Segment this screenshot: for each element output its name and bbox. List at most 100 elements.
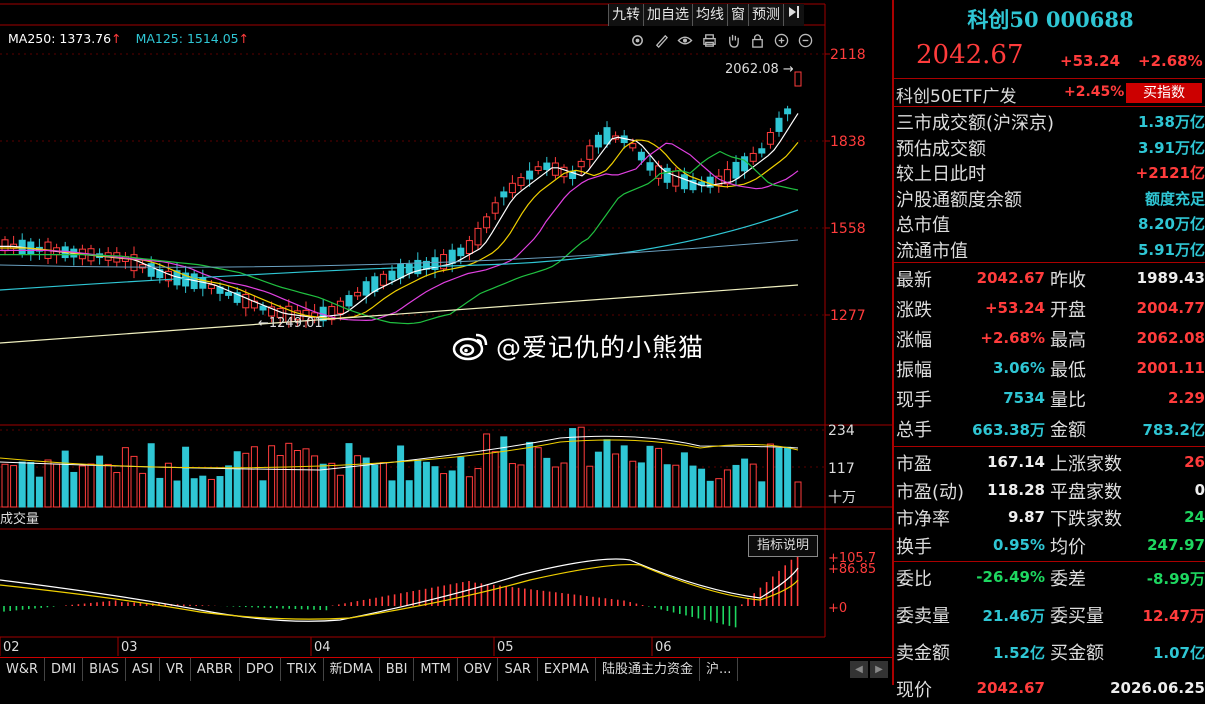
tab-add-favorite[interactable]: 加自选 [643,4,692,26]
market-row-value: 8.20万亿 [1137,215,1205,233]
candle-body [491,202,499,214]
quote-label: 现价 [896,680,932,701]
quote-value: 2004.77 [1136,299,1205,317]
pen-icon[interactable] [652,31,670,49]
volume-bar [190,478,198,508]
volume-bar [27,462,35,508]
collapse-right-icon[interactable] [783,4,804,26]
weibo-icon [452,333,488,361]
settings-icon[interactable] [628,31,646,49]
volume-bar [491,451,499,508]
candle-body [749,152,757,162]
macd-dif-line [0,558,799,622]
quote-value: 1989.43 [1136,269,1205,287]
quote-value: -26.49% [976,568,1045,586]
ma250-label: MA250: 1373.76↑ [8,31,122,46]
candle-body [594,134,602,148]
low-annotation: ←1249.01 [258,316,323,331]
volume-bar [775,447,783,508]
volume-bar [655,447,663,508]
hand-icon[interactable] [724,31,742,49]
quote-row: 涨幅 +2.68% 最高 2062.08 [896,324,1205,354]
market-row-value: 3.91万亿 [1137,138,1205,157]
price-change-pct: +2.68% [1138,52,1203,70]
volume-bar [474,468,482,508]
volume-bar [784,446,792,508]
quote-value: 24 [1184,508,1205,526]
tab-sar[interactable]: SAR [498,658,538,681]
volume-bar [405,480,413,508]
date-axis-label: 04 [314,640,331,655]
candle-body [637,151,645,161]
quote-label: 量比 [1050,390,1086,411]
volume-bar [749,463,757,508]
buy-index-button[interactable]: 买指数 [1126,83,1202,103]
volume-bar [199,475,207,508]
tab-forecast[interactable]: 预测 [748,4,783,26]
tab-bbi[interactable]: BBI [380,658,415,681]
tab-dmi[interactable]: DMI [45,658,84,681]
candle-body [543,162,551,170]
volume-bar [302,448,310,508]
lock-icon[interactable] [748,31,766,49]
kline-svg[interactable]: 2118183815581277234117十万+105.7+86.85+002… [0,0,892,685]
tab-northbound-funds[interactable]: 陆股通主力资金 [596,658,700,681]
quote-value: 7534 [1003,389,1045,407]
candle-body [405,263,413,274]
tab-jiuzhuan[interactable]: 九转 [608,4,643,26]
candle-body [397,264,405,279]
tab-moving-average[interactable]: 均线 [692,4,727,26]
chart-toolbar: 九转 加自选 均线 窗 预测 [608,4,804,26]
zoom-in-icon[interactable] [772,31,790,49]
tab-bias[interactable]: BIAS [83,658,126,681]
quote-label: 涨跌 [896,300,932,321]
volume-bar [164,462,172,508]
tab-wr[interactable]: W&R [0,658,46,681]
tab-window[interactable]: 窗 [727,4,748,26]
market-row-label: 预估成交额 [896,138,986,160]
volume-bar [371,464,379,508]
print-icon[interactable] [700,31,718,49]
tab-asi[interactable]: ASI [126,658,160,681]
volume-bar [293,450,301,508]
eye-icon[interactable] [676,31,694,49]
volume-bar [345,443,353,508]
tab-arbr[interactable]: ARBR [191,658,240,681]
quote-label: 最新 [896,270,932,291]
market-row-label: 沪股通额度余额 [896,189,1022,211]
quote-row: 卖金额 1.52亿 买金额 1.07亿 [896,637,1205,667]
scroll-left-icon[interactable]: ◀ [850,661,868,678]
quote-value: 2026.06.25 [1110,679,1205,697]
quote-label: 振幅 [896,360,932,381]
zoom-out-icon[interactable] [796,31,814,49]
scroll-right-icon[interactable]: ▶ [870,661,888,678]
candle-body [794,71,802,87]
tab-obv[interactable]: OBV [458,658,499,681]
quote-row: 最新 2042.67 昨收 1989.43 [896,264,1205,294]
tab-more[interactable]: 沪... [700,658,739,681]
tab-vr[interactable]: VR [160,658,191,681]
market-row-value: +2121亿 [1135,164,1205,182]
quote-row: 换手 0.95% 均价 247.97 [896,531,1205,561]
quote-label: 委买量 [1050,606,1104,627]
tab-trix[interactable]: TRIX [281,658,324,681]
quote-value: 21.46万 [982,607,1045,625]
etf-name[interactable]: 科创50ETF广发 [896,82,1017,107]
market-row-label: 三市成交额(沪深京) [896,113,1055,134]
quote-row: 总手 663.38万 金额 783.2亿 [896,414,1205,444]
candle-body [672,170,680,187]
market-row-label: 较上日此时 [896,164,986,185]
kline-chart-area[interactable]: 2118 1838 1558 1277 234 117 十万 +105.7 +86.85 +0 02… [0,0,892,685]
market-row: 沪股通额度余额 额度充足 [896,185,1205,211]
volume-bar [508,463,516,508]
quote-label: 卖金额 [896,643,950,664]
tab-mtm[interactable]: MTM [414,658,458,681]
indicator-help-button[interactable]: 指标说明 [748,535,818,557]
tab-new-dma[interactable]: 新DMA [324,658,380,681]
candle-body [483,216,491,229]
quote-value: 1.52亿 [992,644,1045,662]
volume-bar [328,462,336,508]
volume-bar [794,481,802,508]
tab-expma[interactable]: EXPMA [538,658,596,681]
tab-dpo[interactable]: DPO [240,658,281,681]
